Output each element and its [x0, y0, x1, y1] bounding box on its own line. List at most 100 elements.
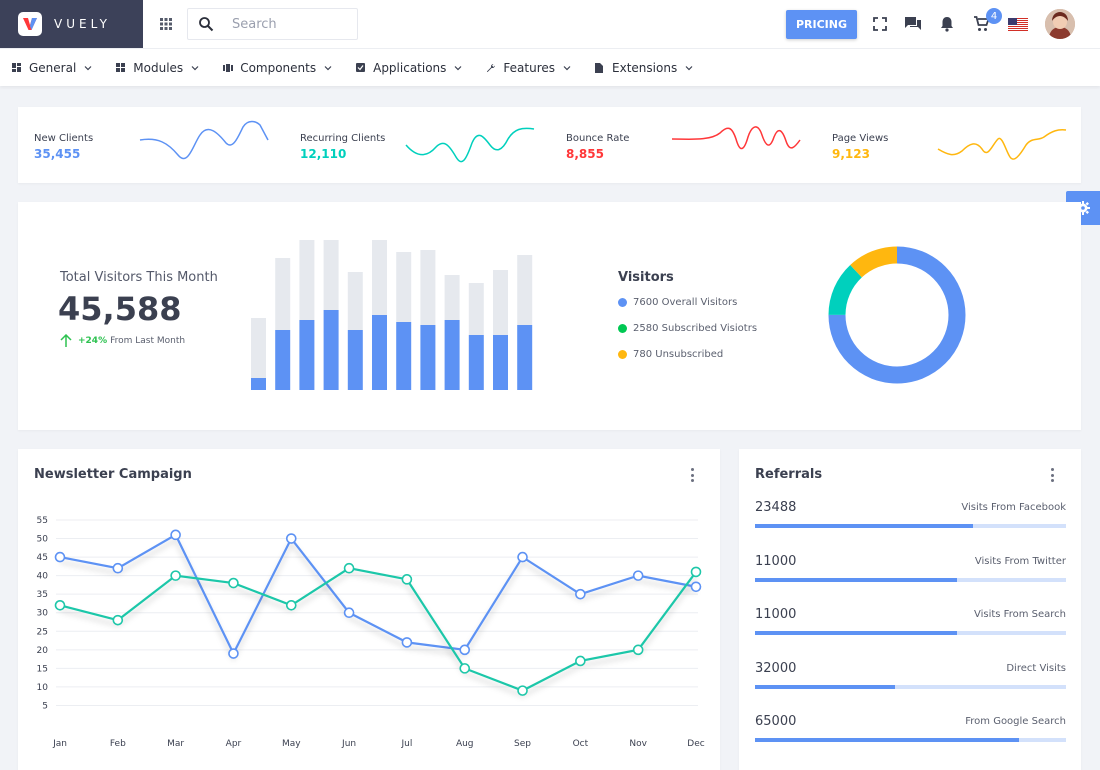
menu-item-applications[interactable]: Applications — [356, 61, 462, 75]
visitors-bar-chart — [251, 240, 533, 390]
visitors-donut-chart — [828, 246, 966, 384]
x-tick-label: Sep — [514, 739, 531, 749]
referral-progress-track — [755, 578, 1066, 582]
legend-dot — [618, 324, 627, 333]
data-point[interactable] — [690, 581, 702, 593]
data-point[interactable] — [112, 562, 124, 574]
fullscreen-icon[interactable] — [870, 14, 890, 34]
search-box[interactable] — [187, 8, 358, 40]
data-point[interactable] — [459, 663, 471, 674]
bar-segment-remaining — [251, 318, 266, 378]
data-point[interactable] — [517, 551, 528, 563]
legend-label: 780 Unsubscribed — [633, 349, 724, 360]
menu-item-modules[interactable]: Modules — [116, 61, 199, 75]
data-point[interactable] — [575, 588, 586, 600]
referral-label: Direct Visits — [1006, 663, 1066, 674]
bar-segment-remaining — [347, 272, 363, 330]
referral-row: 23488 Visits From Facebook — [755, 500, 1066, 540]
search-input[interactable] — [232, 16, 342, 32]
referrals-title: Referrals — [755, 467, 823, 482]
data-point[interactable] — [170, 570, 181, 581]
data-point[interactable] — [401, 574, 413, 585]
data-point[interactable] — [170, 529, 181, 541]
us-flag-icon[interactable] — [1008, 18, 1028, 31]
grid-icon[interactable] — [159, 17, 173, 31]
new-clients-sparkline — [139, 120, 269, 160]
data-point[interactable] — [690, 566, 702, 578]
brand-logo — [18, 12, 42, 36]
referral-progress-track — [755, 685, 1066, 689]
chevron-down-icon — [84, 65, 92, 70]
newsletter-line-chart: 5 10 15 20 25 30 35 40 45 50 55 Jan Feb Mar Apr May Jun J… — [37, 516, 705, 749]
legend-label: 2580 Subscribed Visiotrs — [633, 323, 758, 334]
legend-dot — [618, 298, 627, 307]
data-point[interactable] — [228, 577, 239, 589]
data-point[interactable] — [285, 533, 297, 544]
y-tick-label: 45 — [37, 553, 48, 563]
stat-label: Page Views — [832, 133, 889, 144]
bar-segment-remaining — [468, 283, 484, 335]
data-point[interactable] — [401, 637, 413, 648]
referral-progress-track — [755, 631, 1066, 635]
data-point[interactable] — [228, 648, 239, 659]
data-point[interactable] — [112, 614, 124, 626]
x-tick-label: Nov — [629, 739, 647, 749]
bar-segment-remaining — [444, 275, 460, 320]
x-tick-label: Feb — [110, 739, 126, 749]
y-tick-label: 20 — [37, 646, 49, 656]
bar-segment-visitors — [396, 322, 412, 390]
data-point[interactable] — [632, 570, 644, 581]
referral-progress-bar — [755, 685, 895, 689]
recurring-clients-sparkline — [405, 127, 535, 163]
referral-value: 32000 — [755, 661, 797, 676]
bar-segment-remaining — [323, 240, 339, 310]
bar-segment-visitors — [275, 330, 291, 390]
data-point[interactable] — [517, 685, 528, 696]
menu-item-components[interactable]: Components — [223, 61, 332, 75]
pricing-button[interactable]: PRICING — [786, 10, 857, 39]
data-point[interactable] — [632, 644, 644, 656]
data-point[interactable] — [54, 600, 66, 611]
y-tick-label: 10 — [37, 683, 49, 693]
stat-value: 8,855 — [566, 147, 604, 161]
referral-row: 65000 From Google Search — [755, 714, 1066, 754]
x-tick-label: Mar — [167, 739, 184, 749]
bar-segment-remaining — [396, 252, 412, 322]
stat-label: Recurring Clients — [300, 133, 386, 144]
data-point[interactable] — [54, 551, 66, 563]
data-point[interactable] — [285, 600, 297, 611]
x-tick-label: Jun — [341, 739, 356, 749]
x-tick-label: Oct — [573, 739, 589, 749]
bell-icon[interactable] — [937, 14, 957, 34]
data-point[interactable] — [459, 644, 471, 656]
referral-label: Visits From Twitter — [974, 556, 1066, 567]
x-tick-label: Apr — [226, 739, 242, 749]
x-tick-label: Jul — [400, 739, 412, 749]
referral-row: 11000 Visits From Search — [755, 607, 1066, 647]
chat-icon[interactable] — [903, 14, 923, 34]
referral-value: 65000 — [755, 714, 797, 729]
visitors-title: Total Visitors This Month — [60, 270, 218, 285]
chevron-down-icon — [324, 65, 332, 70]
data-point[interactable] — [575, 655, 586, 667]
more-vert-icon[interactable] — [689, 468, 695, 482]
growth-percent: +24% — [78, 336, 108, 346]
document-icon — [595, 62, 605, 73]
menu-item-general[interactable]: General — [12, 61, 92, 75]
data-point[interactable] — [343, 607, 355, 619]
bar-segment-visitors — [517, 325, 533, 390]
applications-icon — [356, 63, 366, 73]
menu-item-label: Applications — [373, 60, 447, 75]
data-point[interactable] — [343, 562, 355, 574]
referral-row: 32000 Direct Visits — [755, 661, 1066, 701]
user-avatar[interactable] — [1045, 9, 1075, 39]
menu-item-features[interactable]: Features — [486, 61, 571, 75]
more-vert-icon[interactable] — [1049, 468, 1055, 482]
legend-item: 780 Unsubscribed — [618, 349, 723, 360]
menu-item-extensions[interactable]: Extensions — [595, 61, 693, 75]
legend-label: 7600 Overall Visitors — [633, 297, 738, 308]
bar-segment-visitors — [493, 335, 508, 390]
brand[interactable]: VUELY — [0, 0, 143, 48]
main-menu: General Modules Components Applications … — [0, 48, 1100, 86]
visitors-total: 45,588 — [58, 290, 182, 328]
